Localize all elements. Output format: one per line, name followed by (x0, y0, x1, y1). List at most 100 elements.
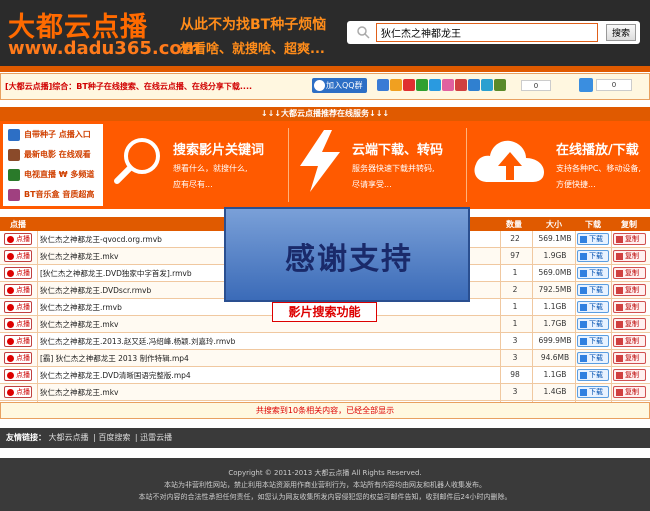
download-button[interactable]: 下载 (577, 250, 609, 262)
result-title[interactable]: 狄仁杰之神都龙王.DVD清晰国语完整版.mp4 (40, 370, 495, 381)
copy-button[interactable]: 复制 (613, 301, 646, 313)
copy-button[interactable]: 复制 (613, 284, 646, 296)
service-download-title: 云端下载、转码 (352, 143, 444, 158)
play-button[interactable]: 点播 (4, 284, 32, 296)
play-icon (7, 270, 14, 277)
friend-link[interactable]: 大都云点播 (49, 433, 89, 442)
share-douban-icon[interactable] (468, 79, 480, 91)
share-icons (377, 79, 506, 91)
qq-button-label: 加入QQ群 (326, 81, 363, 90)
site-url[interactable]: www.dadu365.com (8, 38, 201, 59)
share-star-icon[interactable] (390, 79, 402, 91)
col-divider (532, 231, 533, 402)
play-button[interactable]: 点播 (4, 386, 32, 398)
result-count: 3 (512, 353, 518, 362)
copy-icon (616, 338, 623, 345)
share-weibo-icon[interactable] (403, 79, 415, 91)
menu-item-movies[interactable]: 最新电影 在线观看 (6, 146, 102, 164)
result-size: 699.9MB (538, 336, 572, 345)
download-button[interactable]: 下载 (577, 233, 609, 245)
search-input[interactable] (376, 23, 598, 42)
footer-disclaimer-1: 本站为非营利性网站，禁止利用本站资源用作商业营利行为，本站所有内容均由网友和机器… (164, 481, 486, 489)
result-title[interactable]: 狄仁杰之神都龙王.rmvb (40, 302, 495, 313)
search-feature-label: 影片搜索功能 (272, 302, 377, 322)
play-icon (7, 389, 14, 396)
download-icon (580, 287, 587, 294)
play-button[interactable]: 点播 (4, 233, 32, 245)
play-button[interactable]: 点播 (4, 318, 32, 330)
service-play-desc2: 方便快捷... (556, 180, 596, 189)
result-title[interactable]: 狄仁杰之神都龙王.2013.赵又廷.冯绍峰.杨颖.刘嘉玲.rmvb (40, 336, 495, 347)
play-button[interactable]: 点播 (4, 301, 32, 313)
friend-link[interactable]: 迅雷云播 (140, 433, 172, 442)
col-size: 大小 (546, 220, 562, 229)
play-icon (7, 287, 14, 294)
copy-button[interactable]: 复制 (613, 233, 646, 245)
friend-links-bar: 友情链接： 大都云点播 | 百度搜索 | 迅雷云播 (0, 428, 650, 448)
share-kaixin-icon[interactable] (429, 79, 441, 91)
play-icon (7, 253, 14, 260)
copy-button[interactable]: 复制 (613, 250, 646, 262)
result-title[interactable]: 狄仁杰之神都龙王.mkv (40, 387, 495, 398)
share-plus-icon[interactable] (494, 79, 506, 91)
download-button[interactable]: 下载 (577, 267, 609, 279)
table-row: 点播 [霸] 狄仁杰之神都龙王 2013 制作特辑.mp4 3 94.6MB 下载 复制 (0, 350, 650, 367)
share-tencent-icon[interactable] (455, 79, 467, 91)
download-button[interactable]: 下载 (577, 386, 609, 398)
result-count: 22 (510, 234, 520, 243)
play-button[interactable]: 点播 (4, 267, 32, 279)
play-button[interactable]: 点播 (4, 369, 32, 381)
download-icon (580, 389, 587, 396)
play-button[interactable]: 点播 (4, 352, 32, 364)
copy-button[interactable]: 复制 (613, 318, 646, 330)
result-size: 1.4GB (543, 387, 567, 396)
result-count: 98 (510, 370, 520, 379)
table-row: 点播 狄仁杰之神都龙王.mkv 3 1.4GB 下载 复制 (0, 384, 650, 401)
service-play-desc1: 支持各种PC、移动设备, (556, 164, 641, 173)
col-divider (37, 231, 38, 402)
result-title[interactable]: [霸] 狄仁杰之神都龙王 2013 制作特辑.mp4 (40, 353, 495, 364)
copy-icon (616, 270, 623, 277)
copy-button[interactable]: 复制 (613, 369, 646, 381)
like-icon[interactable] (579, 78, 593, 92)
result-size: 94.6MB (540, 353, 570, 362)
result-title[interactable]: 狄仁杰之神都龙王.mkv (40, 319, 495, 330)
copy-icon (616, 304, 623, 311)
share-qzone-icon[interactable] (377, 79, 389, 91)
play-icon (7, 355, 14, 362)
download-button[interactable]: 下载 (577, 301, 609, 313)
join-qq-group-button[interactable]: 加入QQ群 (312, 78, 367, 93)
thanks-popup[interactable]: 感谢支持 (224, 207, 470, 302)
copy-icon (616, 321, 623, 328)
menu-item-music[interactable]: BT音乐盒 音质超高 (6, 186, 102, 204)
download-button[interactable]: 下载 (577, 284, 609, 296)
play-button[interactable]: 点播 (4, 250, 32, 262)
search-icon (357, 26, 370, 39)
play-button[interactable]: 点播 (4, 335, 32, 347)
copy-icon (616, 355, 623, 362)
copy-button[interactable]: 复制 (613, 267, 646, 279)
download-button[interactable]: 下载 (577, 352, 609, 364)
notice-text: [大都云点播]综合：BT种子在线搜索、在线云点播、在线分享下载.... (5, 82, 253, 91)
lightning-icon (300, 130, 340, 192)
download-icon (580, 270, 587, 277)
search-button[interactable]: 搜索 (606, 24, 636, 41)
share-more-icon[interactable] (481, 79, 493, 91)
share-heart-icon[interactable] (442, 79, 454, 91)
menu-item-tv[interactable]: 电视直播 ₩ 多频道 (6, 166, 102, 184)
copy-button[interactable]: 复制 (613, 386, 646, 398)
copy-icon (616, 253, 623, 260)
friend-link[interactable]: 百度搜索 (98, 433, 130, 442)
result-count: 3 (512, 336, 518, 345)
download-button[interactable]: 下载 (577, 318, 609, 330)
copy-button[interactable]: 复制 (613, 352, 646, 364)
footer-disclaimer-2: 本站不对内容的合法性承担任何责任，如您认为网友收集所发内容侵犯您的权益可邮件告知… (138, 493, 512, 501)
copy-button[interactable]: 复制 (613, 335, 646, 347)
menu-item-seed[interactable]: 自带种子 点播入口 (6, 126, 102, 144)
download-button[interactable]: 下载 (577, 369, 609, 381)
copy-icon (616, 389, 623, 396)
share-renren-icon[interactable] (416, 79, 428, 91)
download-button[interactable]: 下载 (577, 335, 609, 347)
download-icon (580, 253, 587, 260)
seed-icon (8, 129, 20, 141)
